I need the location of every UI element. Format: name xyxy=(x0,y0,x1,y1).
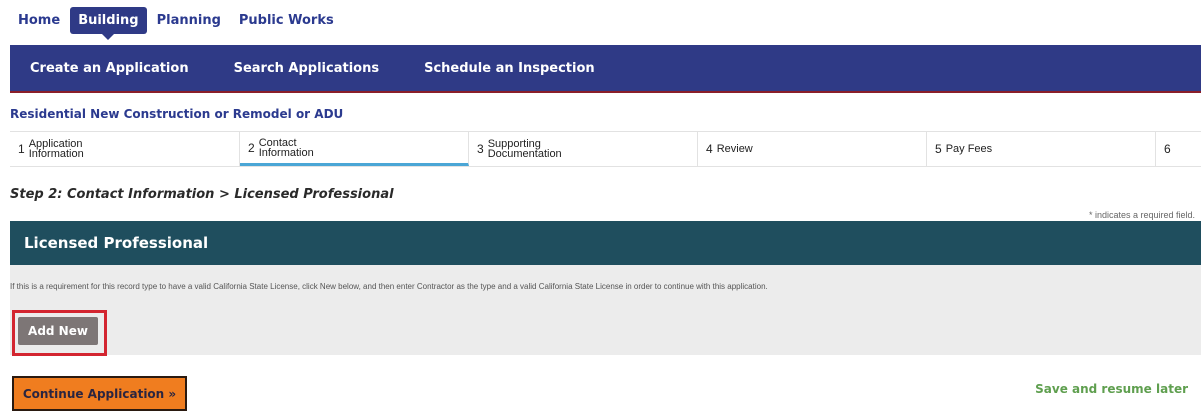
top-tabs: Home Building Planning Public Works xyxy=(10,2,344,40)
main-nav-bar: Create an Application Search Application… xyxy=(10,45,1201,93)
step-number: 3 xyxy=(477,142,484,156)
required-field-note: * indicates a required field. xyxy=(1088,210,1195,220)
step-label: Supporting Documentation xyxy=(487,138,562,160)
step-number: 6 xyxy=(1164,142,1171,156)
tab-building[interactable]: Building xyxy=(70,6,147,40)
licensed-professional-header: Licensed Professional xyxy=(10,221,1201,265)
step-label: Pay Fees xyxy=(945,143,993,155)
section-description: If this is a requirement for this record… xyxy=(10,282,768,291)
step-4[interactable]: 4 Review xyxy=(698,132,927,166)
step-1[interactable]: 1 Application Information xyxy=(10,132,240,166)
licensed-professional-body: If this is a requirement for this record… xyxy=(10,265,1201,356)
step-number: 2 xyxy=(248,140,255,155)
continue-application-button[interactable]: Continue Application » xyxy=(12,376,187,411)
nav-schedule-inspection[interactable]: Schedule an Inspection xyxy=(424,61,595,76)
step-6[interactable]: 6 xyxy=(1156,132,1201,166)
record-type-title: Residential New Construction or Remodel … xyxy=(10,107,344,121)
step-title: Step 2: Contact Information > Licensed P… xyxy=(10,187,394,202)
nav-create-application[interactable]: Create an Application xyxy=(30,61,189,76)
step-number: 1 xyxy=(18,142,25,156)
step-2[interactable]: 2 Contact Information xyxy=(240,132,469,166)
step-progress: 1 Application Information 2 Contact Info… xyxy=(10,131,1201,167)
step-number: 5 xyxy=(935,142,942,156)
nav-search-applications[interactable]: Search Applications xyxy=(234,61,380,76)
tab-home[interactable]: Home xyxy=(10,7,68,34)
save-and-resume-link[interactable]: Save and resume later xyxy=(1035,382,1188,396)
step-3[interactable]: 3 Supporting Documentation xyxy=(469,132,698,166)
tab-planning[interactable]: Planning xyxy=(149,7,229,34)
step-5[interactable]: 5 Pay Fees xyxy=(927,132,1156,166)
step-label: Application Information xyxy=(28,138,84,160)
tab-public-works[interactable]: Public Works xyxy=(231,7,342,34)
step-label: Review xyxy=(716,143,753,155)
step-number: 4 xyxy=(706,142,713,156)
add-new-button[interactable]: Add New xyxy=(18,317,98,345)
add-new-highlight: Add New xyxy=(12,310,107,356)
step-label: Contact Information xyxy=(258,136,314,159)
